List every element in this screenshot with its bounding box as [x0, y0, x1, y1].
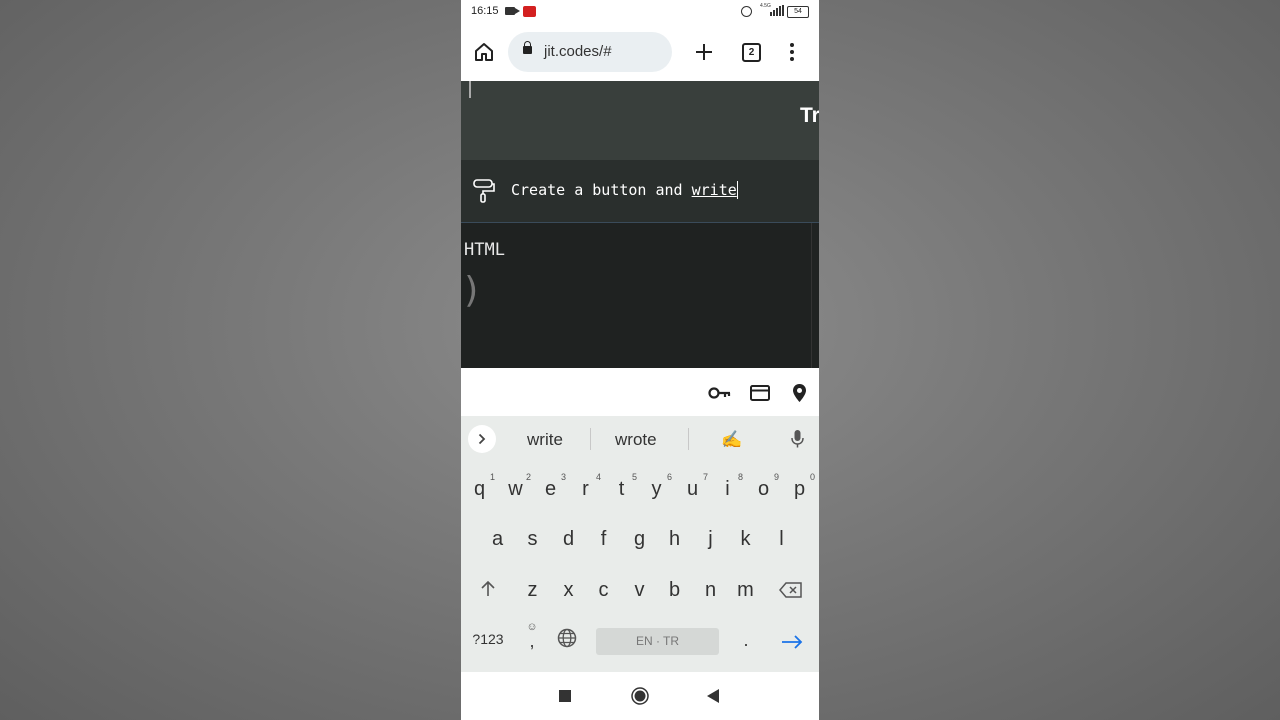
page-header: Tr	[461, 81, 819, 160]
suggestion-strip: write wrote ✍️	[461, 416, 819, 462]
key-q[interactable]: q1	[462, 472, 497, 501]
key-z[interactable]: z	[515, 579, 550, 602]
key-e[interactable]: e3	[533, 472, 568, 501]
chevron-right-icon	[478, 433, 486, 445]
shift-icon	[480, 580, 495, 596]
prompt-current-word: write	[691, 181, 738, 199]
key-icon[interactable]	[708, 386, 732, 400]
code-fragment: )	[461, 270, 483, 311]
suggestion-2[interactable]: wrote	[615, 430, 657, 450]
microphone-icon[interactable]	[791, 429, 804, 448]
menu-dot-icon	[790, 57, 794, 61]
language-key[interactable]	[550, 628, 584, 654]
lock-icon	[523, 41, 532, 54]
key-f[interactable]: f	[586, 528, 621, 551]
key-o[interactable]: o9	[746, 472, 781, 501]
key-c[interactable]: c	[586, 579, 621, 602]
key-t[interactable]: t5	[604, 472, 639, 501]
suggestion-divider	[688, 428, 689, 450]
key-y[interactable]: y6	[639, 472, 674, 501]
status-bar: 16:15 4.5G 54	[461, 0, 819, 24]
home-icon	[475, 43, 493, 61]
shift-key[interactable]	[470, 580, 505, 603]
browser-toolbar: jit.codes/# 2	[461, 24, 819, 81]
credit-card-icon[interactable]	[750, 385, 770, 401]
battery-icon: 54	[787, 6, 809, 18]
signal-icon	[770, 5, 784, 16]
web-page: Tr Create a button and write HTML )	[461, 81, 819, 368]
scroll-indicator	[469, 81, 471, 98]
backspace-key[interactable]	[773, 581, 808, 604]
key-x[interactable]: x	[551, 579, 586, 602]
location-pin-icon[interactable]	[792, 383, 807, 403]
phone-screen: 16:15 4.5G 54 jit.codes/# 2 Tr Create a …	[461, 0, 819, 720]
globe-icon	[557, 628, 577, 648]
key-a[interactable]: a	[480, 528, 515, 551]
video-camera-icon	[505, 7, 520, 15]
code-language-label: HTML	[464, 240, 505, 260]
address-bar[interactable]: jit.codes/#	[508, 32, 672, 72]
status-time: 16:15	[471, 5, 499, 17]
key-l[interactable]: l	[764, 528, 799, 551]
recent-apps-icon[interactable]	[559, 690, 571, 702]
key-k[interactable]: k	[728, 528, 763, 551]
key-u[interactable]: u7	[675, 472, 710, 501]
symbols-key[interactable]: ?123	[468, 631, 508, 647]
comma-key[interactable]: ☺ ,	[517, 622, 547, 651]
back-triangle-icon[interactable]	[707, 689, 719, 703]
menu-dot-icon	[790, 43, 794, 47]
url-text: jit.codes/#	[544, 43, 612, 60]
key-s[interactable]: s	[515, 528, 550, 551]
plus-icon	[696, 44, 712, 60]
system-navigation-bar	[461, 672, 819, 720]
key-p[interactable]: p0	[782, 472, 817, 501]
paint-roller-icon	[473, 179, 495, 203]
key-b[interactable]: b	[657, 579, 692, 602]
more-menu-button[interactable]	[783, 38, 801, 66]
screen-record-icon	[523, 6, 536, 17]
backspace-icon	[778, 582, 802, 598]
key-j[interactable]: j	[693, 528, 728, 551]
on-screen-keyboard: write wrote ✍️ q1 w2 e3 r4 t5 y6 u7 i8 o…	[461, 416, 819, 672]
key-n[interactable]: n	[693, 579, 728, 602]
home-button[interactable]	[471, 38, 497, 66]
suggestion-divider	[590, 428, 591, 450]
prompt-text-before: Create a button and	[511, 181, 692, 199]
key-d[interactable]: d	[551, 528, 586, 551]
tab-switcher-button[interactable]: 2	[742, 43, 761, 62]
key-v[interactable]: v	[622, 579, 657, 602]
home-circle-icon[interactable]	[631, 687, 649, 705]
autofill-bar	[461, 368, 819, 416]
arrow-right-icon	[781, 635, 802, 649]
key-r[interactable]: r4	[568, 472, 603, 501]
new-tab-button[interactable]	[691, 38, 717, 66]
suggestion-1[interactable]: write	[527, 430, 563, 450]
enter-key[interactable]	[774, 632, 809, 655]
prompt-input[interactable]: Create a button and write	[511, 181, 738, 199]
suggestion-emoji[interactable]: ✍️	[721, 430, 742, 450]
space-bar[interactable]: EN · TR	[596, 628, 719, 655]
key-m[interactable]: m	[728, 579, 763, 602]
key-w[interactable]: w2	[498, 472, 533, 501]
expand-toolbar-button[interactable]	[468, 425, 496, 453]
key-i[interactable]: i8	[710, 472, 745, 501]
key-h[interactable]: h	[657, 528, 692, 551]
key-g[interactable]: g	[622, 528, 657, 551]
space-bar-label: EN · TR	[635, 634, 680, 648]
period-key[interactable]: .	[729, 630, 763, 651]
menu-dot-icon	[790, 50, 794, 54]
code-panel[interactable]: HTML )	[461, 223, 812, 368]
page-title: Tr	[800, 104, 819, 127]
alarm-icon	[741, 6, 752, 17]
prompt-bar[interactable]: Create a button and write	[461, 160, 819, 223]
